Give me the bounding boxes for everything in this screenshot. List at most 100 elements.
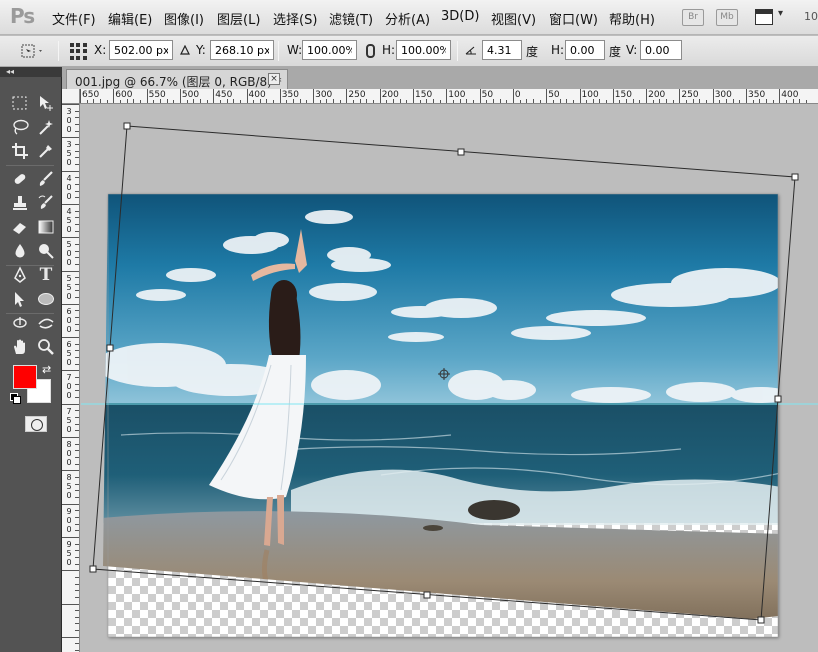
- x-position-field[interactable]: [109, 40, 173, 60]
- eraser-icon[interactable]: [9, 216, 31, 238]
- horizontal-ruler[interactable]: 650 600 550 500 450 400 350 300 250 200 150 100 50 0 5…: [80, 89, 818, 104]
- type-icon[interactable]: T: [35, 264, 57, 286]
- lasso-icon[interactable]: [9, 116, 31, 138]
- ruler-major-tick: [62, 603, 79, 605]
- eyedropper-icon[interactable]: [35, 140, 57, 162]
- menu-analysis[interactable]: 分析(A): [385, 9, 430, 28]
- menu-3d[interactable]: 3D(D): [441, 9, 479, 24]
- width-scale-field[interactable]: [302, 40, 357, 60]
- ruler-minor-tick: [632, 99, 634, 103]
- foreground-color-swatch[interactable]: [13, 365, 37, 389]
- ruler-minor-tick: [293, 99, 295, 103]
- menu-image[interactable]: 图像(I): [164, 9, 204, 28]
- gradient-icon[interactable]: [35, 216, 57, 238]
- zoom-level[interactable]: 10: [804, 10, 818, 23]
- ruler-major-tick: [512, 89, 514, 103]
- ruler-minor-tick: [75, 330, 79, 332]
- height-scale-field[interactable]: [396, 40, 451, 60]
- history-brush-icon[interactable]: [35, 192, 57, 214]
- move-icon[interactable]: [35, 92, 57, 114]
- ruler-label: 4: [66, 206, 72, 216]
- path-select-icon[interactable]: [9, 288, 31, 310]
- mini-bridge-button[interactable]: Mb: [716, 9, 738, 26]
- ruler-minor-tick: [75, 510, 79, 512]
- vertical-skew-field[interactable]: [640, 40, 682, 60]
- menu-filter[interactable]: 滤镜(T): [329, 9, 373, 28]
- ruler-major-tick: [62, 170, 79, 172]
- menu-window[interactable]: 窗口(W): [549, 9, 598, 28]
- ruler-label: 0: [66, 224, 72, 234]
- menu-select[interactable]: 选择(S): [273, 9, 317, 28]
- ruler-minor-tick: [726, 99, 728, 103]
- document-canvas[interactable]: [108, 194, 778, 637]
- ruler-minor-tick: [75, 257, 79, 259]
- bridge-button[interactable]: Br: [682, 9, 704, 26]
- tool-preset-picker[interactable]: [20, 42, 46, 60]
- vertical-ruler[interactable]: 3003504004505005506006507007508008509009…: [62, 104, 80, 652]
- ruler-major-tick: [579, 89, 581, 103]
- ruler-minor-tick: [75, 310, 79, 312]
- ruler-minor-tick: [75, 263, 79, 265]
- chevron-down-icon[interactable]: ▾: [778, 8, 783, 19]
- link-icon[interactable]: [366, 44, 375, 58]
- ruler-minor-tick: [75, 556, 79, 558]
- ruler-major-tick: [62, 503, 79, 505]
- ruler-minor-tick: [75, 283, 79, 285]
- menu-help[interactable]: 帮助(H): [609, 9, 655, 28]
- ruler-label: 0: [66, 182, 72, 192]
- default-colors-icon[interactable]: [10, 393, 21, 404]
- canvas-area[interactable]: [81, 105, 818, 652]
- ruler-minor-tick: [199, 99, 201, 103]
- menu-layer[interactable]: 图层(L): [217, 9, 260, 28]
- ruler-major-tick: [213, 89, 215, 103]
- y-position-field[interactable]: [210, 40, 274, 60]
- ruler-label: 250: [681, 90, 699, 100]
- screen-mode-icon[interactable]: [755, 9, 773, 25]
- ruler-minor-tick: [75, 223, 79, 225]
- ruler-major-tick: [62, 370, 79, 372]
- swap-colors-icon[interactable]: ⇄: [42, 363, 51, 376]
- ruler-minor-tick: [419, 100, 421, 103]
- dodge-icon[interactable]: [35, 240, 57, 262]
- ruler-minor-tick: [586, 100, 588, 103]
- ruler-minor-tick: [75, 496, 79, 498]
- ruler-label: 400: [248, 90, 266, 100]
- marquee-icon[interactable]: [9, 92, 31, 114]
- crop-icon[interactable]: [9, 140, 31, 162]
- collapse-icon[interactable]: ◂◂: [6, 67, 14, 76]
- blur-icon[interactable]: [9, 240, 31, 262]
- ruler-minor-tick: [572, 100, 574, 103]
- document-tab[interactable]: 001.jpg @ 66.7% (图层 0, RGB/8) * ×: [66, 69, 288, 89]
- menu-file[interactable]: 文件(F): [52, 9, 96, 28]
- rotation-angle-field[interactable]: [482, 40, 522, 60]
- close-icon[interactable]: ×: [268, 73, 280, 85]
- ruler-minor-tick: [339, 100, 341, 103]
- quick-mask-button[interactable]: [25, 416, 47, 432]
- ruler-minor-tick: [719, 100, 721, 103]
- 3d-orbit-icon[interactable]: [35, 312, 57, 334]
- reference-point-icon[interactable]: [70, 43, 88, 61]
- pen-icon[interactable]: [9, 264, 31, 286]
- brush-icon[interactable]: [35, 168, 57, 190]
- ruler-label: 400: [781, 90, 799, 100]
- menu-view[interactable]: 视图(V): [491, 9, 536, 28]
- ruler-major-tick: [62, 237, 79, 239]
- ruler-origin[interactable]: [62, 89, 80, 104]
- ruler-major-tick: [113, 89, 115, 103]
- ruler-minor-tick: [626, 99, 628, 103]
- ruler-minor-tick: [75, 177, 79, 179]
- horizontal-skew-field[interactable]: [565, 40, 605, 60]
- ruler-minor-tick: [75, 630, 79, 632]
- ruler-minor-tick: [499, 99, 501, 103]
- menu-edit[interactable]: 编辑(E): [108, 9, 152, 28]
- hand-icon[interactable]: [9, 336, 31, 358]
- stamp-icon[interactable]: [9, 192, 31, 214]
- healing-icon[interactable]: [9, 168, 31, 190]
- quick-select-icon[interactable]: [35, 116, 57, 138]
- zoom-icon[interactable]: [35, 336, 57, 358]
- 3d-rotate-icon[interactable]: [9, 312, 31, 334]
- ellipse-icon[interactable]: [35, 288, 57, 310]
- ruler-label: 0: [66, 249, 72, 259]
- options-bar: X: Y: W: H: 度 H: 度 V:: [0, 36, 818, 67]
- ruler-minor-tick: [353, 100, 355, 103]
